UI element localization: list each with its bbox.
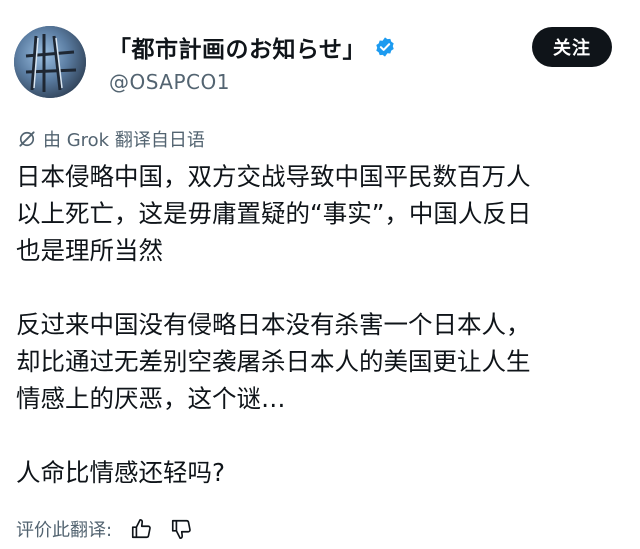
author-name-row[interactable]: 「都市計画のお知らせ」 xyxy=(108,30,396,64)
verified-badge-icon xyxy=(376,37,394,57)
tweet-line: 以上死亡，这是毋庸置疑的“事实”，中国人反日 xyxy=(16,199,532,228)
translation-label: 由 Grok 翻译自日语 xyxy=(43,130,205,151)
tweet-line: 日本侵略中国，双方交战导致中国平民数百万人 xyxy=(16,162,531,191)
tweet-text: 日本侵略中国，双方交战导致中国平民数百万人 以上死亡，这是毋庸置疑的“事实”，中… xyxy=(16,158,628,491)
rate-translation: 评价此翻译: xyxy=(16,516,192,542)
author-handle[interactable]: @OSAPCO1 xyxy=(109,70,230,94)
avatar-image xyxy=(14,26,86,98)
rate-translation-label: 评价此翻译: xyxy=(16,520,113,541)
tweet-line: 却比通过无差别空袭屠杀日本人的美国更让人生 xyxy=(16,347,531,376)
grok-icon xyxy=(19,131,35,147)
thumbs-up-icon[interactable] xyxy=(130,518,152,540)
translation-notice: 由 Grok 翻译自日语 xyxy=(17,126,205,152)
avatar[interactable] xyxy=(14,26,86,98)
thumbs-down-icon[interactable] xyxy=(170,518,192,540)
tweet-line: 反过来中国没有侵略日本没有杀害一个日本人， xyxy=(16,310,531,339)
tweet-line: 也是理所当然 xyxy=(16,236,163,265)
display-name[interactable]: 「都市計画のお知らせ」 xyxy=(108,30,366,64)
follow-button[interactable]: 关注 xyxy=(532,27,612,67)
tweet-line: 人命比情感还轻吗? xyxy=(16,458,226,487)
tweet-line: 情感上的厌恶，这个谜… xyxy=(16,384,286,413)
